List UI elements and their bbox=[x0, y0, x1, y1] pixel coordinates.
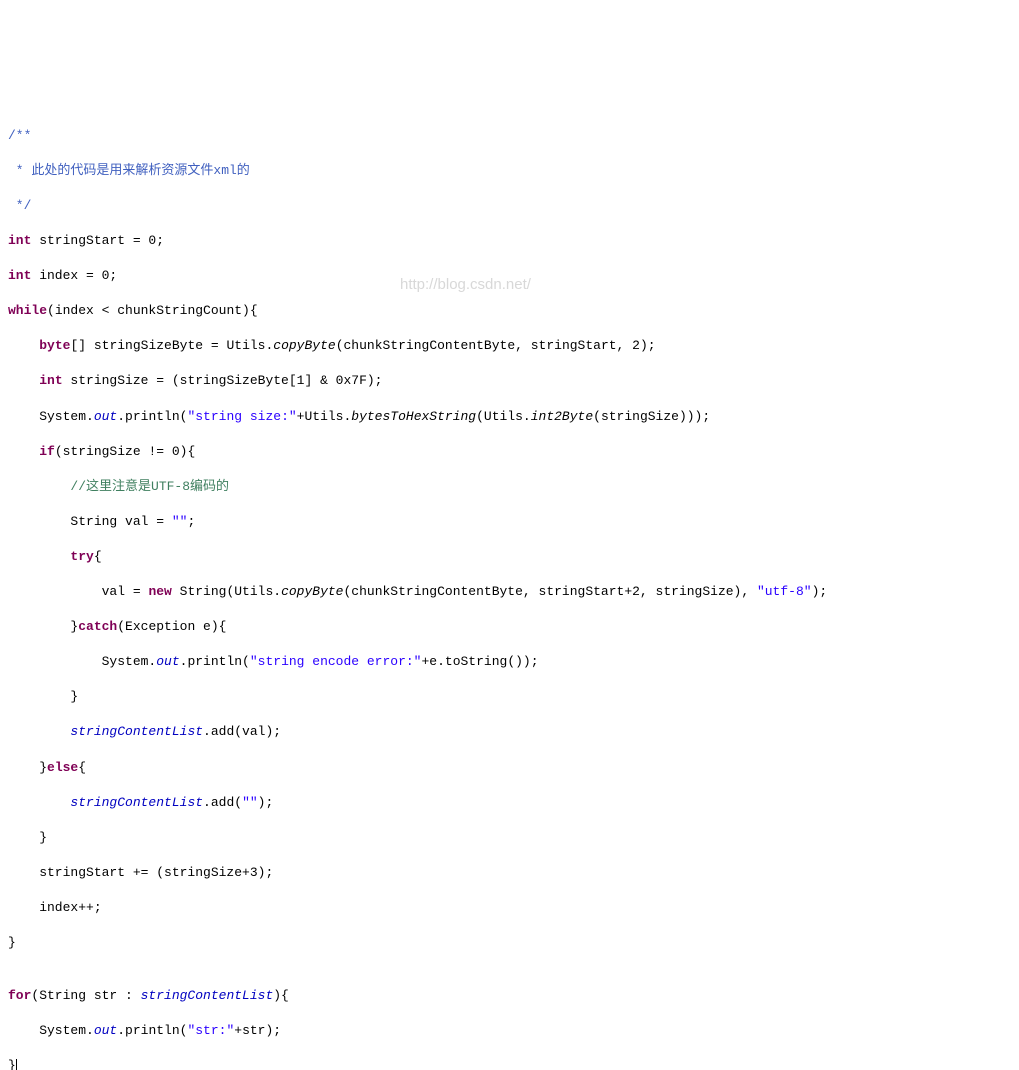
code-text: .add( bbox=[203, 795, 242, 810]
code-text: (stringSize))); bbox=[593, 409, 710, 424]
code-text: index = 0; bbox=[31, 268, 117, 283]
code-text: } bbox=[8, 935, 16, 950]
code-text: (chunkStringContentByte, stringStart, 2)… bbox=[336, 338, 656, 353]
code-text: System. bbox=[8, 409, 94, 424]
code-text: } bbox=[8, 760, 47, 775]
code-text: .println( bbox=[180, 654, 250, 669]
code-text: (String str : bbox=[31, 988, 140, 1003]
code-text: .add(val); bbox=[203, 724, 281, 739]
code-text: +e.toString()); bbox=[422, 654, 539, 669]
code-text: (Exception e){ bbox=[117, 619, 226, 634]
static-field: stringContentList bbox=[70, 795, 203, 810]
string-literal: "" bbox=[172, 514, 188, 529]
code-text: { bbox=[78, 760, 86, 775]
code-text: String(Utils. bbox=[172, 584, 281, 599]
code-block: /** * 此处的代码是用来解析资源文件xml的 */ int stringSt… bbox=[8, 109, 1011, 1070]
code-text: { bbox=[94, 549, 102, 564]
code-text: (chunkStringContentByte, stringStart+2, … bbox=[343, 584, 756, 599]
keyword-while: while bbox=[8, 303, 47, 318]
line-comment: //这里注意是UTF-8编码的 bbox=[8, 479, 229, 494]
string-literal: "str:" bbox=[187, 1023, 234, 1038]
code-text bbox=[8, 795, 70, 810]
keyword-try: try bbox=[70, 549, 93, 564]
doc-comment-line: */ bbox=[8, 198, 31, 213]
keyword-else: else bbox=[47, 760, 78, 775]
code-text: } bbox=[8, 1058, 16, 1070]
code-text: .println( bbox=[117, 1023, 187, 1038]
static-method: int2Byte bbox=[531, 409, 593, 424]
static-method: bytesToHexString bbox=[351, 409, 476, 424]
code-text: stringStart += (stringSize+3); bbox=[8, 865, 273, 880]
code-text: ); bbox=[258, 795, 274, 810]
code-text: +str); bbox=[234, 1023, 281, 1038]
string-literal: "utf-8" bbox=[757, 584, 812, 599]
static-field-out: out bbox=[94, 1023, 117, 1038]
code-text: (stringSize != 0){ bbox=[55, 444, 195, 459]
doc-comment-line: /** bbox=[8, 128, 31, 143]
static-field-out: out bbox=[156, 654, 179, 669]
string-literal: "string size:" bbox=[187, 409, 296, 424]
code-text: } bbox=[8, 689, 78, 704]
code-text: System. bbox=[8, 1023, 94, 1038]
static-method: copyByte bbox=[273, 338, 335, 353]
code-text: ; bbox=[187, 514, 195, 529]
static-field: stringContentList bbox=[141, 988, 274, 1003]
code-text: } bbox=[8, 830, 47, 845]
static-method: copyByte bbox=[281, 584, 343, 599]
keyword-int: int bbox=[8, 233, 31, 248]
doc-comment-line: * 此处的代码是用来解析资源文件xml的 bbox=[8, 163, 250, 178]
static-field: stringContentList bbox=[70, 724, 203, 739]
code-text: ); bbox=[812, 584, 828, 599]
static-field-out: out bbox=[94, 409, 117, 424]
keyword-catch: catch bbox=[78, 619, 117, 634]
text-cursor-icon bbox=[16, 1059, 17, 1070]
code-text: (index < chunkStringCount){ bbox=[47, 303, 258, 318]
code-text: [] stringSizeByte = Utils. bbox=[70, 338, 273, 353]
code-text bbox=[8, 724, 70, 739]
keyword-if: if bbox=[39, 444, 55, 459]
string-literal: "" bbox=[242, 795, 258, 810]
code-text: +Utils. bbox=[297, 409, 352, 424]
keyword-byte: byte bbox=[39, 338, 70, 353]
keyword-int: int bbox=[8, 268, 31, 283]
code-text: } bbox=[8, 619, 78, 634]
code-text: val = bbox=[8, 584, 148, 599]
code-text: index++; bbox=[8, 900, 102, 915]
code-text: System. bbox=[8, 654, 156, 669]
code-text: ){ bbox=[273, 988, 289, 1003]
keyword-int: int bbox=[39, 373, 62, 388]
code-text: String val = bbox=[8, 514, 172, 529]
string-literal: "string encode error:" bbox=[250, 654, 422, 669]
code-text: stringStart = 0; bbox=[31, 233, 164, 248]
code-text: (Utils. bbox=[476, 409, 531, 424]
code-text: stringSize = (stringSizeByte[1] & 0x7F); bbox=[63, 373, 383, 388]
code-text: .println( bbox=[117, 409, 187, 424]
keyword-new: new bbox=[148, 584, 171, 599]
keyword-for: for bbox=[8, 988, 31, 1003]
